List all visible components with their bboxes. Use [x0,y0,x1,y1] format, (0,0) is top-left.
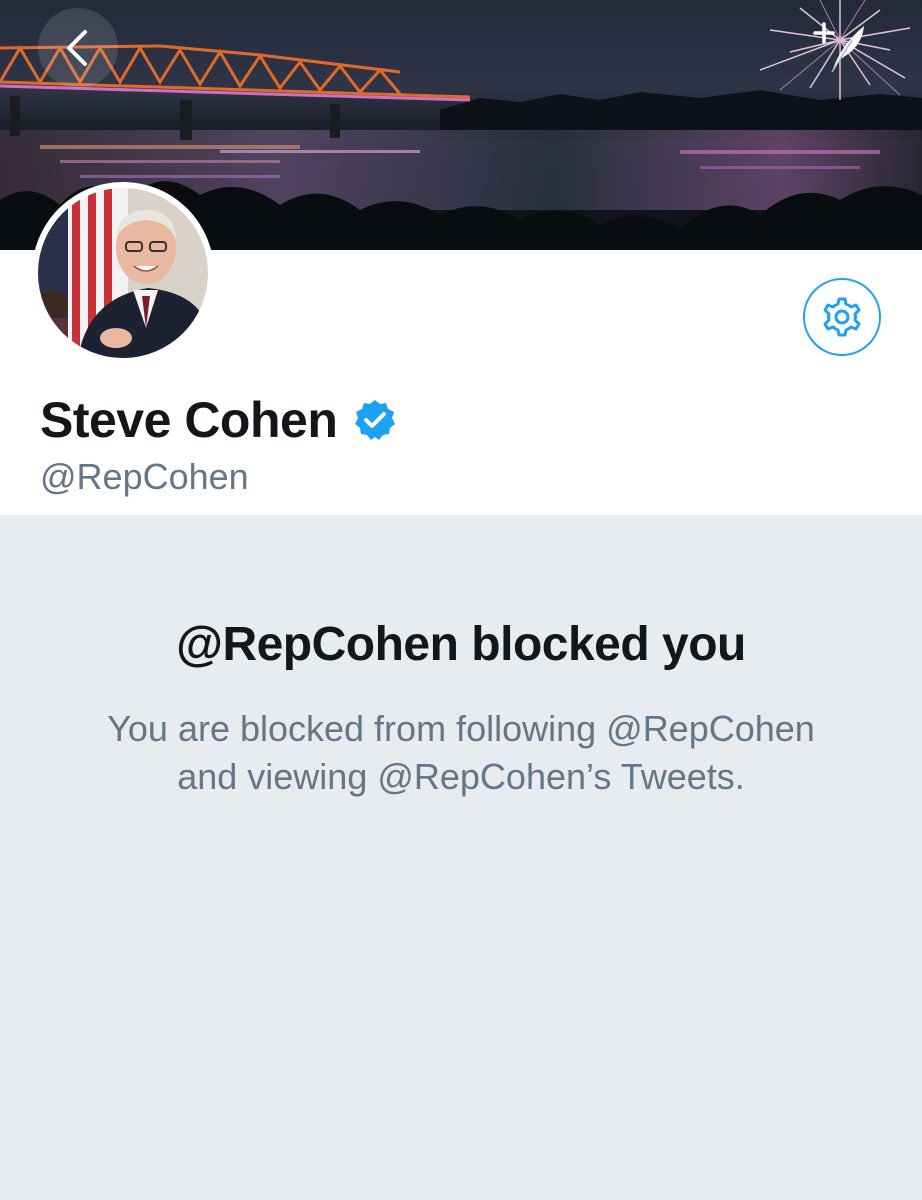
gear-icon [823,297,861,337]
blocked-panel: @RepCohen blocked you You are blocked fr… [0,515,922,1200]
profile-page: Steve Cohen @RepCohen @RepCohen blocked … [0,0,922,1200]
profile-handle: @RepCohen [40,456,249,497]
blocked-message: You are blocked from following @RepCohen… [107,708,815,797]
verified-badge-icon [355,400,396,440]
name-row: Steve Cohen [40,390,397,450]
chevron-left-icon [67,30,87,66]
blocked-title: @RepCohen blocked you [176,618,746,671]
settings-button[interactable] [803,278,881,356]
compose-tweet-icon [813,22,864,73]
verified-badge [353,398,397,442]
display-name: Steve Cohen [40,392,338,448]
avatar[interactable] [32,182,214,364]
avatar-image [38,188,208,358]
compose-tweet-button[interactable] [800,6,880,86]
back-button[interactable] [38,8,118,88]
